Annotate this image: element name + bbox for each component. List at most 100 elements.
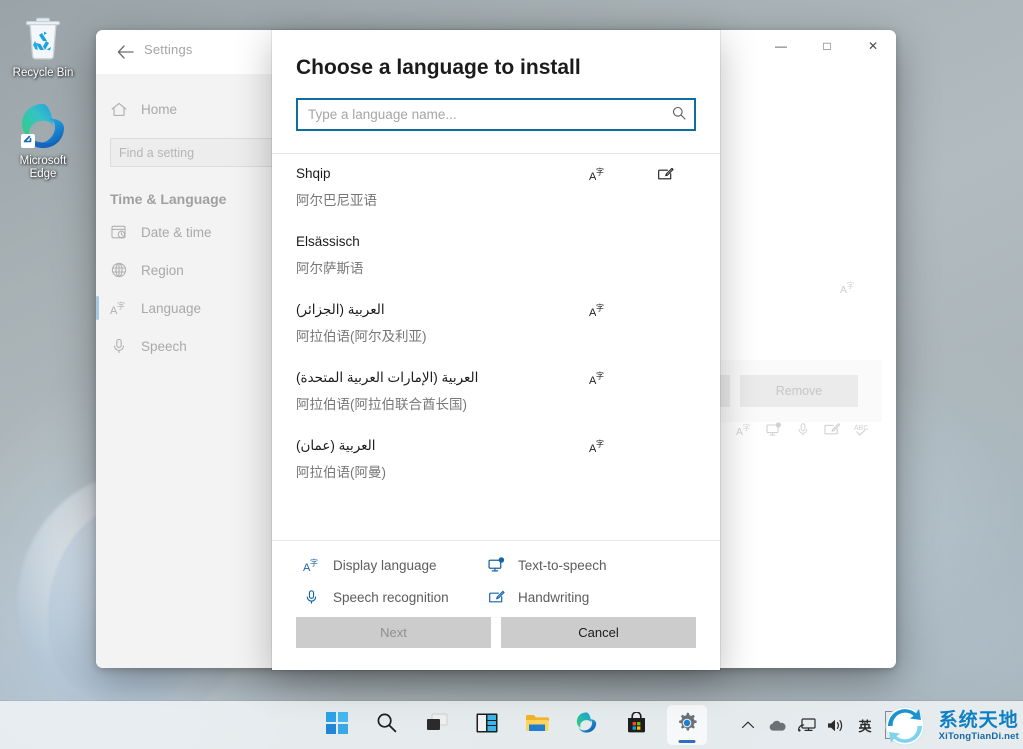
sidebar-item-label: Region (141, 262, 184, 278)
desktop[interactable]: Recycle Bin Microsoft Edge Settings — □ … (0, 0, 1023, 749)
sidebar-item-language[interactable]: A字 Language (96, 289, 292, 327)
dialog-buttons: Next Cancel (272, 613, 720, 670)
desktop-icon-microsoft-edge[interactable]: Microsoft Edge (4, 100, 82, 181)
sidebar-item-region[interactable]: Region (96, 251, 292, 289)
show-hidden-icons-button[interactable] (739, 711, 757, 739)
handwriting-icon (656, 167, 674, 182)
desktop-icon-recycle-bin[interactable]: Recycle Bin (4, 12, 82, 80)
window-controls: — □ ✕ (758, 30, 896, 62)
legend-label: Speech recognition (333, 589, 449, 605)
sidebar-item-date-time[interactable]: Date & time (96, 213, 292, 251)
microphone-icon (796, 422, 810, 440)
dialog-title: Choose a language to install (296, 56, 581, 79)
choose-language-dialog[interactable]: Choose a language to install Shqip 阿尔巴尼亚… (272, 30, 720, 670)
sidebar-item-label: Speech (141, 338, 187, 354)
task-view-button[interactable] (417, 705, 457, 745)
speaker-icon (827, 719, 843, 731)
legend-label: Text-to-speech (518, 557, 607, 573)
sidebar-item-speech[interactable]: Speech (96, 327, 292, 365)
display-language-icon: A字 (840, 280, 856, 298)
language-feature-icons: A字 (588, 436, 698, 455)
legend-item-handwriting: Handwriting (487, 589, 720, 605)
window-title: Settings (144, 42, 193, 57)
list-item[interactable]: العربية (الإمارات العربية المتحدة) 阿拉伯语(… (272, 358, 720, 426)
language-search-box[interactable] (296, 98, 696, 131)
cancel-button[interactable]: Cancel (501, 617, 696, 648)
list-item[interactable]: العربية (عمان) 阿拉伯语(阿曼) A字 (272, 426, 720, 494)
sidebar-item-home[interactable]: Home (96, 90, 292, 128)
watermark-text: 系统天地 XiTongTianDi.net (939, 711, 1019, 742)
remove-button[interactable]: Remove (740, 375, 858, 407)
list-item[interactable]: Shqip 阿尔巴尼亚语 A字 (272, 154, 720, 222)
volume-tray-icon[interactable] (827, 711, 845, 739)
language-list[interactable]: Shqip 阿尔巴尼亚语 A字 Elsässisch 阿尔萨斯语 العربية… (272, 153, 720, 541)
ime-language-indicator[interactable]: 英 (856, 711, 874, 739)
language-feature-icons: A字 (588, 164, 698, 182)
next-button[interactable]: Next (296, 617, 491, 648)
display-language-icon: A字 (302, 557, 320, 574)
back-button[interactable] (106, 34, 144, 70)
legend-item-speech-recognition: Speech recognition (302, 589, 487, 605)
network-icon (797, 717, 816, 732)
svg-text:字: 字 (847, 280, 855, 290)
network-tray-icon[interactable] (797, 711, 816, 739)
language-native-name: Elsässisch (296, 234, 360, 249)
settings-button[interactable] (666, 705, 707, 745)
language-localized-name: 阿尔巴尼亚语 (296, 193, 377, 208)
language-native-name: العربية (عمان) (296, 438, 376, 453)
language-native-name: العربية (الإمارات العربية المتحدة) (296, 370, 479, 385)
text-to-speech-icon (487, 557, 505, 573)
search-input[interactable] (308, 107, 672, 122)
display-language-icon: A字 (588, 302, 606, 319)
recycle-bin-icon (4, 12, 82, 64)
search-icon[interactable] (672, 106, 686, 123)
desktop-icon-label: Microsoft Edge (19, 155, 67, 180)
store-button[interactable] (617, 705, 657, 745)
gear-icon (675, 711, 699, 740)
widgets-button[interactable] (467, 705, 507, 745)
microphone-icon (110, 338, 127, 354)
language-native-name: العربية (الجزائر) (296, 302, 385, 317)
legend-label: Display language (333, 557, 437, 573)
display-language-icon: A字 (588, 438, 606, 455)
home-icon (110, 102, 127, 117)
globe-icon (110, 262, 127, 278)
close-button[interactable]: ✕ (850, 30, 896, 62)
display-language-icon: A字 (110, 300, 127, 317)
language-localized-name: 阿尔萨斯语 (296, 261, 364, 276)
start-button[interactable] (317, 705, 357, 745)
sidebar-search-placeholder: Find a setting (119, 145, 195, 160)
minimize-button[interactable]: — (758, 30, 804, 62)
watermark-logo-icon (885, 706, 925, 746)
language-feature-icons (588, 232, 698, 234)
language-feature-icons: A字 (588, 368, 698, 387)
sidebar-item-label: Date & time (141, 224, 212, 240)
sidebar-search-input[interactable]: Find a setting (110, 138, 280, 167)
taskbar-center-group (317, 705, 707, 745)
display-language-icon: A字 (736, 422, 752, 440)
chevron-up-icon (741, 721, 755, 729)
calendar-clock-icon (110, 224, 127, 240)
svg-text:字: 字 (743, 422, 751, 432)
spellcheck-icon: ABC (854, 422, 872, 440)
list-item[interactable]: Elsässisch 阿尔萨斯语 (272, 222, 720, 290)
search-icon (376, 712, 397, 738)
list-item[interactable]: العربية (الجزائر) 阿拉伯语(阿尔及利亚) A字 (272, 290, 720, 358)
taskbar: 英 拼 系统天地 XiTongTianDi.net (0, 701, 1023, 749)
microsoft-store-icon (626, 711, 647, 738)
edge-icon (4, 100, 82, 152)
display-language-icon: A字 (588, 370, 606, 387)
file-explorer-button[interactable] (517, 705, 557, 745)
legend-item-text-to-speech: Text-to-speech (487, 557, 720, 573)
feature-legend: A字 Display language Text-to-speech Speec… (272, 541, 720, 613)
back-arrow-icon (117, 45, 134, 59)
watermark-cn: 系统天地 (938, 709, 1019, 731)
maximize-button[interactable]: □ (804, 30, 850, 62)
microphone-icon (302, 589, 320, 605)
legend-item-display-language: A字 Display language (302, 557, 487, 574)
search-button[interactable] (367, 705, 407, 745)
edge-button[interactable] (567, 705, 607, 745)
settings-sidebar: Home Find a setting Time & Language Date… (96, 74, 292, 668)
onedrive-tray-icon[interactable] (768, 711, 787, 739)
handwriting-icon (487, 590, 505, 605)
